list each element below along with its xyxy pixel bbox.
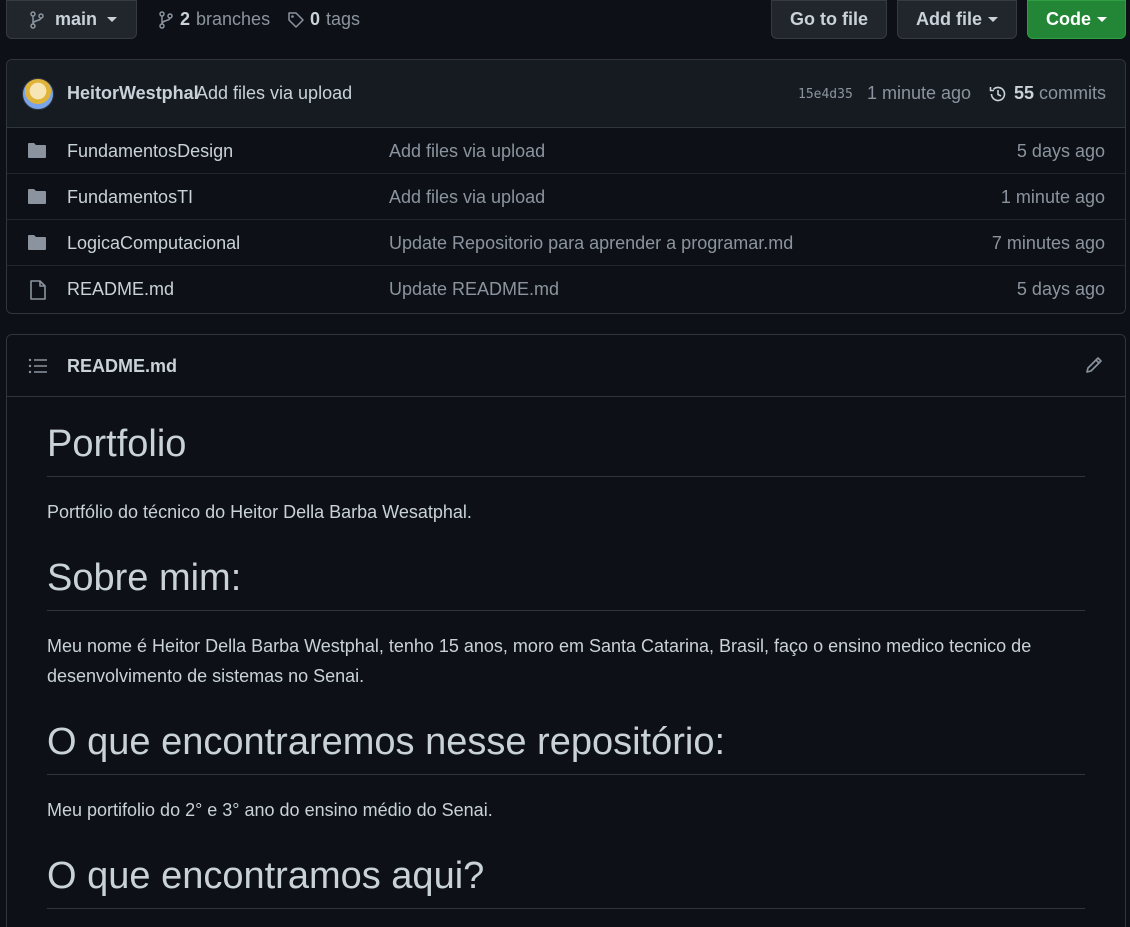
file-commit-time: 1 minute ago: [1000, 187, 1105, 207]
commits-label: commits: [1039, 83, 1107, 103]
history-icon: [989, 86, 1006, 101]
paragraph-portfolio: Portfólio do técnico do Heitor Della Bar…: [47, 502, 472, 522]
commit-sha-link[interactable]: 15e4d35: [798, 87, 853, 102]
chevron-down-icon: [107, 17, 118, 22]
readme-filename[interactable]: README.md: [67, 356, 177, 377]
code-button[interactable]: Code: [1027, 0, 1126, 39]
go-to-file-label: Go to file: [790, 9, 868, 29]
paragraph-encontraremos: Meu portifolio do 2° e 3° ano do ensino …: [47, 800, 493, 820]
chevron-down-icon: [988, 17, 998, 22]
latest-commit-bar: HeitorWestphal Add files via upload 15e4…: [7, 60, 1125, 128]
file-commit-message[interactable]: Add files via upload: [389, 187, 545, 208]
branches-count: 2: [180, 9, 191, 29]
commits-count: 55: [1014, 83, 1035, 103]
file-commit-time: 5 days ago: [1016, 141, 1105, 161]
heading-encontraremos: O que encontraremos nesse repositório:: [47, 721, 1085, 775]
file-row[interactable]: FundamentosTI Add files via upload 1 min…: [7, 174, 1125, 220]
heading-sobre-mim: Sobre mim:: [47, 557, 1085, 611]
tags-link[interactable]: 0 tags: [287, 9, 360, 30]
file-icon: [30, 280, 46, 300]
go-to-file-button[interactable]: Go to file: [771, 0, 887, 39]
repo-toolbar: main 2 branches 0 tags Go to file Add fi…: [0, 0, 1130, 40]
add-file-button[interactable]: Add file: [897, 0, 1017, 39]
tags-count: 0: [310, 9, 321, 29]
file-commit-message[interactable]: Update README.md: [389, 279, 559, 300]
code-label: Code: [1046, 9, 1091, 29]
branch-name: main: [55, 9, 98, 29]
readme-panel: README.md Portfolio Portfólio do técnico…: [6, 334, 1126, 927]
add-file-label: Add file: [916, 9, 982, 29]
readme-header: README.md: [7, 335, 1125, 397]
pencil-icon[interactable]: [1084, 355, 1104, 375]
commit-time[interactable]: 1 minute ago: [867, 83, 971, 104]
file-name-link[interactable]: FundamentosDesign: [67, 141, 233, 162]
folder-icon: [28, 189, 46, 204]
file-browser: HeitorWestphal Add files via upload 15e4…: [6, 59, 1126, 314]
file-name-link[interactable]: LogicaComputacional: [67, 233, 240, 254]
avatar[interactable]: [22, 78, 54, 110]
folder-icon: [28, 143, 46, 158]
readme-content: Portfolio Portfólio do técnico do Heitor…: [47, 397, 1085, 909]
tag-icon: [288, 11, 304, 28]
file-row[interactable]: LogicaComputacional Update Repositorio p…: [7, 220, 1125, 266]
file-row[interactable]: README.md Update README.md 5 days ago: [7, 266, 1125, 312]
branch-select-button[interactable]: main: [6, 0, 137, 39]
heading-encontramos-aqui: O que encontramos aqui?: [47, 855, 1085, 909]
file-commit-time: 7 minutes ago: [991, 233, 1105, 253]
commit-message-link[interactable]: Add files via upload: [196, 83, 352, 104]
git-branch-icon: [159, 10, 173, 29]
chevron-down-icon: [1097, 17, 1107, 22]
file-row[interactable]: FundamentosDesign Add files via upload 5…: [7, 128, 1125, 174]
heading-portfolio: Portfolio: [47, 423, 1085, 477]
commit-author-link[interactable]: HeitorWestphal: [67, 83, 199, 104]
list-unordered-icon[interactable]: [28, 357, 48, 375]
folder-icon: [28, 235, 46, 250]
file-commit-message[interactable]: Add files via upload: [389, 141, 545, 162]
file-commit-time: 5 days ago: [1016, 279, 1105, 299]
file-commit-message[interactable]: Update Repositorio para aprender a progr…: [389, 233, 793, 254]
commits-history-link[interactable]: 55 commits: [988, 83, 1106, 104]
paragraph-sobre-mim: Meu nome é Heitor Della Barba Westphal, …: [47, 636, 1032, 686]
tags-label: tags: [326, 9, 361, 29]
file-name-link[interactable]: FundamentosTI: [67, 187, 193, 208]
file-name-link[interactable]: README.md: [67, 279, 174, 300]
branches-label: branches: [196, 9, 271, 29]
git-branch-icon: [30, 10, 44, 29]
branches-link[interactable]: 2 branches: [158, 9, 270, 30]
